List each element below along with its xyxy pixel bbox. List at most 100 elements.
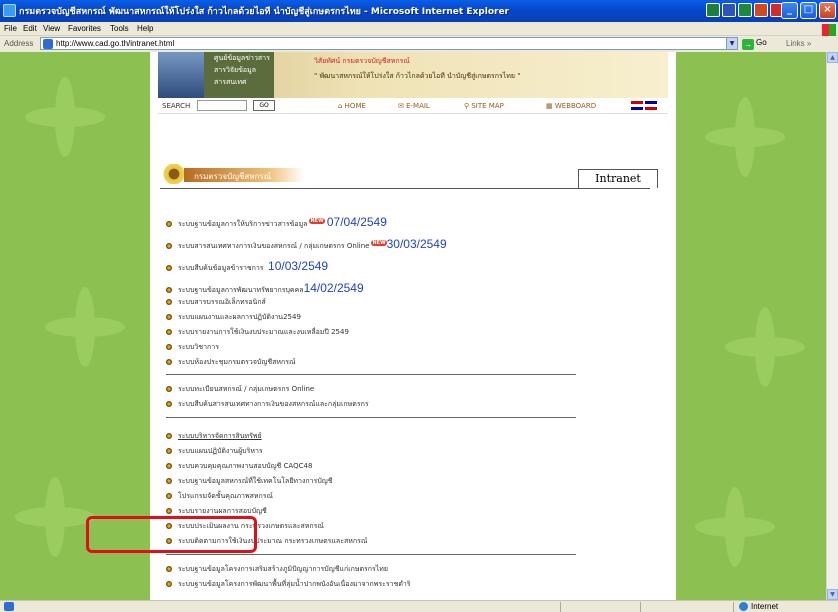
close-button[interactable]: × <box>819 2 836 19</box>
bullet-icon <box>166 401 172 407</box>
app-tray-icon[interactable] <box>706 3 720 17</box>
thai-flag-icon[interactable] <box>631 101 643 110</box>
item-link[interactable]: ระบบฐานข้อมูลโครงการพัฒนาพื้นที่ลุ่มน้ำป… <box>178 580 411 588</box>
item-link[interactable]: ระบบฐานข้อมูลการพัฒนาทรัพยากรบุคคล <box>178 286 304 294</box>
vision-heading: วิสัยทัศน์ กรมตรวจบัญชีสหกรณ์ <box>314 57 410 65</box>
window-title: กรมตรวจบัญชีสหกรณ์ พัฒนาสหกรณ์ให้โปร่งใส… <box>19 7 509 17</box>
bullet-icon <box>166 314 172 320</box>
list-item[interactable]: ระบบสืบค้นสารสนเทศทางการเงินของสหกรณ์และ… <box>166 399 369 410</box>
list-item[interactable]: ระบบแผนงานและผลการปฏิบัติงาน2549 <box>166 312 301 323</box>
flower-pattern-decoration <box>690 482 780 572</box>
item-link[interactable]: ระบบสารบรรณอิเล็กทรอนิกส์ <box>178 298 266 306</box>
menu-favorites[interactable]: Favorites <box>68 24 101 33</box>
list-item[interactable]: ระบบสารสนเทศทางการเงินของสหกรณ์ / กลุ่มเ… <box>166 237 447 252</box>
list-item[interactable]: โปรแกรมจัดชั้นคุณภาพสหกรณ์ <box>166 491 273 502</box>
item-link[interactable]: ระบบแผนงานและผลการปฏิบัติงาน2549 <box>178 313 301 321</box>
nav-webboard-link[interactable]: ▦ WEBBOARD <box>546 102 596 110</box>
intranet-tab[interactable]: Intranet <box>578 169 658 188</box>
list-item[interactable]: ระบบฐานข้อมูลการพัฒนาทรัพยากรบุคคล14/02/… <box>166 281 364 296</box>
list-item[interactable]: ระบบฐานข้อมูลสหกรณ์ที่ใช้เทคโนโลยีทางการ… <box>166 476 332 487</box>
bullet-icon <box>166 508 172 514</box>
menu-tools[interactable]: Tools <box>110 24 129 33</box>
item-link[interactable]: ระบบสืบค้นข้อมูลข้าราชการ <box>178 264 264 272</box>
bullet-icon <box>166 221 172 227</box>
list-item[interactable]: ระบบรายงานการใช้เงินงบประมาณและงบเหลื่อม… <box>166 327 349 338</box>
list-item[interactable]: ระบบบริหารจัดการสินทรัพย์ <box>166 431 262 442</box>
app-tray-icon[interactable] <box>722 3 736 17</box>
bullet-icon <box>166 493 172 499</box>
address-input[interactable]: http://www.cad.go.th/intranet.html ▼ <box>40 37 738 50</box>
banner-menu-item[interactable]: ศูนย์ข้อมูลข่าวสาร <box>204 52 274 64</box>
item-link[interactable]: โปรแกรมจัดชั้นคุณภาพสหกรณ์ <box>178 492 273 500</box>
item-link[interactable]: ระบบรายงานการใช้เงินงบประมาณและงบเหลื่อม… <box>178 328 349 336</box>
item-link[interactable]: ระบบฐานข้อมูลโครงการเสริมสร้างภูมิปัญญาก… <box>178 565 388 573</box>
list-item[interactable]: ระบบแผนปฏิบัติงานผู้บริหาร <box>166 446 263 457</box>
status-divider <box>560 602 561 612</box>
bullet-icon <box>166 433 172 439</box>
taskbar-icons <box>706 3 786 19</box>
menu-file[interactable]: File <box>4 24 17 33</box>
vertical-scrollbar[interactable]: ▲ ▼ <box>826 52 838 600</box>
chevron-down-icon[interactable]: ▼ <box>726 38 737 49</box>
item-link[interactable]: ระบบบริหารจัดการสินทรัพย์ <box>178 432 262 440</box>
section-header: กรมตรวจบัญชีสหกรณ์ Intranet <box>160 160 658 188</box>
flower-pattern-decoration <box>720 302 810 392</box>
scroll-down-arrow-icon[interactable]: ▼ <box>827 589 838 600</box>
item-link[interactable]: ระบบวิชาการ <box>178 343 219 351</box>
minimize-button[interactable]: _ <box>781 2 798 19</box>
page-icon <box>43 39 53 49</box>
list-item[interactable]: ระบบทะเบียนสหกรณ์ / กลุ่มเกษตรกร Online <box>166 384 314 395</box>
item-link[interactable]: ระบบควบคุมคุณภาพงานสอบบัญชี CAQC48 <box>178 462 312 470</box>
menu-view[interactable]: View <box>43 24 60 33</box>
item-link[interactable]: ระบบรายงานผลการสอบบัญชี <box>178 507 267 515</box>
bullet-icon <box>166 287 172 293</box>
english-flag-icon[interactable] <box>645 101 657 110</box>
app-tray-icon[interactable] <box>738 3 752 17</box>
menu-help[interactable]: Help <box>137 24 153 33</box>
address-url[interactable]: http://www.cad.go.th/intranet.html <box>56 39 174 48</box>
windows-logo-icon <box>822 24 836 36</box>
item-link[interactable]: ระบบทะเบียนสหกรณ์ / กลุ่มเกษตรกร Online <box>178 385 314 393</box>
item-link[interactable]: ระบบห้องประชุมกรมตรวจบัญชีสหกรณ์ <box>178 358 295 366</box>
go-label: Go <box>756 38 767 47</box>
go-button[interactable]: → Go <box>742 38 767 50</box>
links-button[interactable]: Links » <box>786 39 811 48</box>
nav-email-link[interactable]: ✉ E-MAIL <box>398 102 430 110</box>
new-badge: NEW <box>371 240 387 246</box>
nav-sitemap-link[interactable]: ⚲ SITE MAP <box>464 102 504 110</box>
maximize-button[interactable]: □ <box>800 2 817 19</box>
bullet-icon <box>166 265 172 271</box>
status-divider <box>640 602 641 612</box>
list-item[interactable]: ระบบห้องประชุมกรมตรวจบัญชีสหกรณ์ <box>166 357 295 368</box>
item-link[interactable]: ระบบแผนปฏิบัติงานผู้บริหาร <box>178 447 263 455</box>
list-item[interactable]: ระบบสารบรรณอิเล็กทรอนิกส์ <box>166 297 266 308</box>
status-bar: Internet <box>0 600 838 612</box>
section-title-bar: กรมตรวจบัญชีสหกรณ์ <box>184 168 304 182</box>
banner-menu-item[interactable]: สารสนเทศ <box>204 76 274 88</box>
scroll-up-arrow-icon[interactable]: ▲ <box>827 52 838 63</box>
app-tray-icon[interactable] <box>754 3 768 17</box>
item-link[interactable]: ระบบสารสนเทศทางการเงินของสหกรณ์ / กลุ่มเ… <box>178 242 369 250</box>
bullet-icon <box>166 566 172 572</box>
item-link[interactable]: ระบบฐานข้อมูลสหกรณ์ที่ใช้เทคโนโลยีทางการ… <box>178 477 332 485</box>
item-link[interactable]: ระบบสืบค้นสารสนเทศทางการเงินของสหกรณ์และ… <box>178 400 369 408</box>
list-item[interactable]: ระบบควบคุมคุณภาพงานสอบบัญชี CAQC48 <box>166 461 312 472</box>
search-go-button[interactable]: GO <box>253 100 275 111</box>
nav-home-link[interactable]: ⌂ HOME <box>338 102 366 110</box>
nav-strip: SEARCH GO ⌂ HOME ✉ E-MAIL ⚲ SITE MAP ▦ W… <box>158 98 668 114</box>
list-item[interactable]: ระบบฐานข้อมูลโครงการพัฒนาพื้นที่ลุ่มน้ำป… <box>166 579 411 590</box>
security-zone: Internet <box>751 602 779 611</box>
item-date: 14/02/2549 <box>303 281 364 295</box>
search-input[interactable] <box>197 100 247 111</box>
list-item[interactable]: ระบบสืบค้นข้อมูลข้าราชการ 10/03/2549 <box>166 259 328 274</box>
list-item[interactable]: ระบบฐานข้อมูลโครงการเสริมสร้างภูมิปัญญาก… <box>166 564 388 575</box>
site-banner: ศูนย์ข้อมูลข่าวสาร สารวิจัยข้อมูล สารสนเ… <box>158 52 668 98</box>
item-link[interactable]: ระบบฐานข้อมูลการให้บริการข่าวสารข้อมูล <box>178 220 307 228</box>
banner-menu-item[interactable]: สารวิจัยข้อมูล <box>204 64 274 76</box>
red-highlight-box <box>86 516 257 553</box>
menu-edit[interactable]: Edit <box>23 24 37 33</box>
bullet-icon <box>166 448 172 454</box>
list-item[interactable]: ระบบวิชาการ <box>166 342 219 353</box>
section-divider <box>166 374 576 375</box>
list-item[interactable]: ระบบฐานข้อมูลการให้บริการข่าวสารข้อมูล NE… <box>166 215 387 230</box>
